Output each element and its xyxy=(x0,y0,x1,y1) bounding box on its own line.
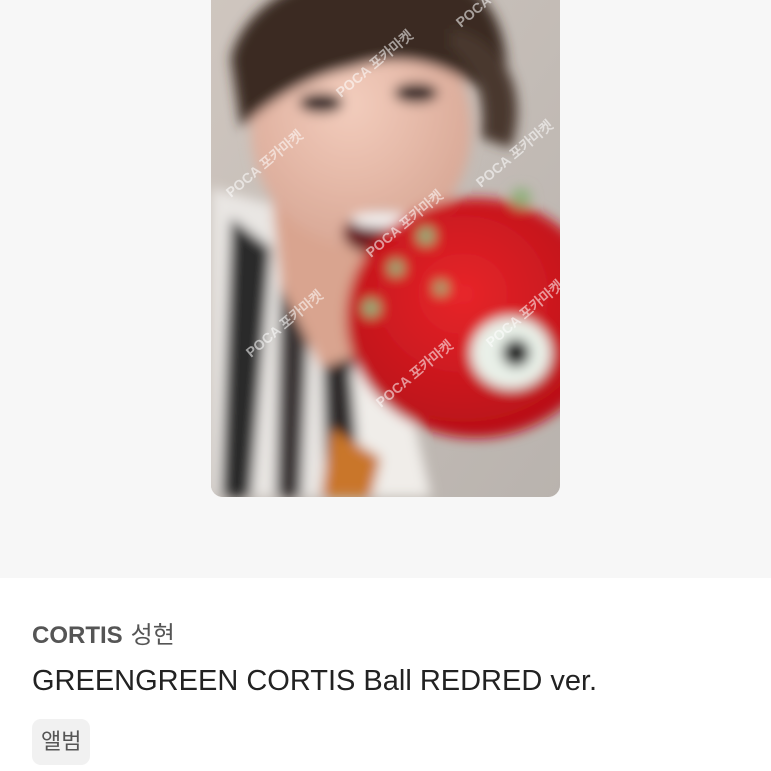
product-detail-page: POCA 포카마켓 POCA 포카마켓 POCA 포카마켓 POCA 포카마켓 … xyxy=(0,0,771,771)
product-info: CORTIS 성현 GREENGREEN CORTIS Ball REDRED v… xyxy=(0,578,771,771)
product-image-area: POCA 포카마켓 POCA 포카마켓 POCA 포카마켓 POCA 포카마켓 … xyxy=(0,0,771,578)
photocard-image: POCA 포카마켓 POCA 포카마켓 POCA 포카마켓 POCA 포카마켓 … xyxy=(211,0,560,497)
product-photo[interactable]: POCA 포카마켓 POCA 포카마켓 POCA 포카마켓 POCA 포카마켓 … xyxy=(211,0,560,497)
artist-name[interactable]: CORTIS xyxy=(32,622,123,649)
product-title: GREENGREEN CORTIS Ball REDRED ver. xyxy=(32,665,598,697)
artist-line: CORTIS 성현 xyxy=(32,622,175,650)
category-chip[interactable]: 앨범 xyxy=(32,719,91,765)
member-name[interactable]: 성현 xyxy=(131,622,175,649)
